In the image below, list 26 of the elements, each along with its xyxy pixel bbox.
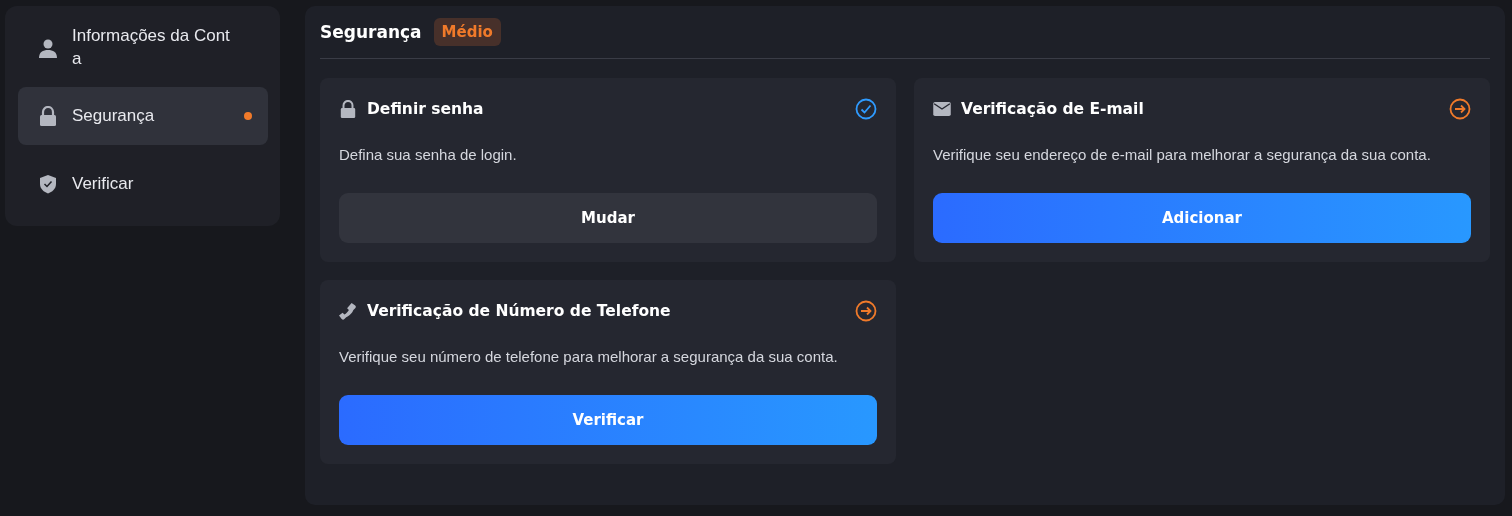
shield-check-icon [38, 174, 58, 194]
sidebar-item[interactable]: Informações da Conta [18, 19, 268, 77]
sidebar-item[interactable]: Segurança [18, 87, 268, 145]
action-button[interactable]: Adicionar [933, 193, 1471, 243]
card-description: Defina sua senha de login. [339, 146, 518, 163]
arrow-circle-icon[interactable] [1449, 98, 1471, 120]
section-title: Segurança [320, 22, 422, 42]
card-description: Verifique seu número de telefone para melhorar a segurança da sua conta. [339, 348, 839, 365]
envelope-icon [933, 102, 951, 116]
sidebar-item[interactable]: Verificar [18, 155, 268, 213]
level-badge: Médio [433, 18, 501, 46]
sidebar-item-label: Segurança [72, 104, 156, 127]
sidebar-item-label: Verificar [72, 172, 135, 195]
lock-icon [38, 106, 58, 126]
card-title: Definir senha [367, 100, 485, 118]
check-circle-icon [855, 98, 877, 120]
card-title: Verificação de Número de Telefone [367, 302, 672, 320]
action-button[interactable]: Verificar [339, 395, 877, 445]
arrow-circle-icon[interactable] [855, 300, 877, 322]
lock-icon [339, 100, 357, 118]
phone-icon [339, 302, 357, 320]
person-icon [38, 38, 58, 58]
card-description: Verifique seu endereço de e-mail para melhorar a segurança da sua conta. [933, 146, 1432, 163]
sidebar-item-label: Informações da Conta [72, 25, 231, 70]
card-title: Verificação de E-mail [961, 100, 1145, 118]
action-button[interactable]: Mudar [339, 193, 877, 243]
